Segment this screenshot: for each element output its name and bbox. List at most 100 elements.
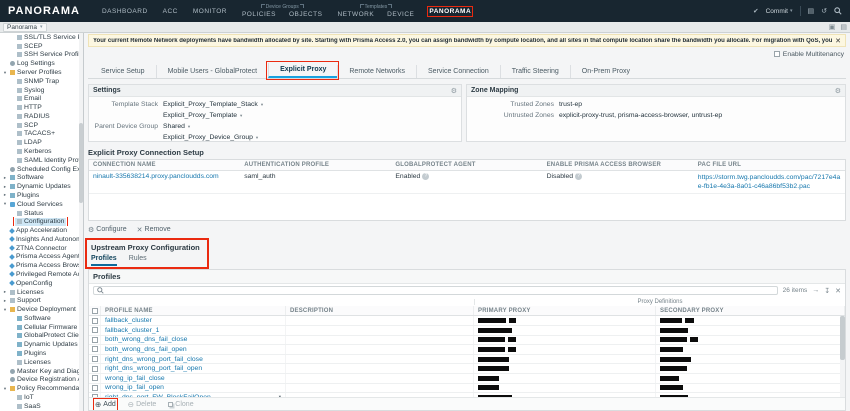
row-checkbox[interactable]	[92, 366, 98, 372]
profile-name-link[interactable]: right_dns_port_FW_BlockFailOpen	[105, 394, 211, 397]
profile-name-link[interactable]: right_dns_wrong_port_fail_close	[105, 356, 203, 363]
profile-name-link[interactable]: wrong_ip_fail_open	[105, 384, 164, 391]
sidebar-item-cellular-firmware[interactable]: Cellular Firmware	[0, 323, 83, 332]
sidebar-item-iot[interactable]: IoT	[0, 393, 83, 402]
sidebar-item-privileged-remote-acc[interactable]: Privileged Remote Acc...	[0, 270, 83, 279]
template-select[interactable]: Explicit_Proxy_Template▾	[163, 112, 242, 119]
sidebar-item-plugins[interactable]: Plugins	[0, 349, 83, 358]
sidebar-item-device-deployment[interactable]: ▾Device Deployment	[0, 305, 83, 314]
sidebar-item-ztna-connector[interactable]: ZTNA Connector	[0, 244, 83, 253]
tab-mobile-users-globalprotect[interactable]: Mobile Users - GlobalProtect	[156, 65, 268, 78]
column-profile-name[interactable]: PROFILE NAME	[101, 306, 286, 315]
context-selector[interactable]: Panorama ▾	[3, 23, 47, 32]
sidebar-item-http[interactable]: HTTP	[0, 103, 83, 112]
row-checkbox[interactable]	[92, 318, 98, 324]
upstream-tab-rules[interactable]: Rules	[129, 255, 147, 266]
table-row[interactable]: right_dns_port_FW_BlockFailOpen▾	[89, 393, 845, 397]
sidebar-item-configuration[interactable]: Configuration	[0, 217, 83, 226]
sidebar-item-status[interactable]: Status	[0, 209, 83, 218]
nav-monitor[interactable]: MONITOR	[193, 8, 227, 15]
sidebar-item-prisma-access-agent[interactable]: Prisma Access Agent	[0, 253, 83, 262]
connection-name-link[interactable]: ninault-335638214.proxy.pancloudds.com	[93, 173, 219, 180]
sidebar-item-software[interactable]: ▸Software	[0, 174, 83, 183]
profile-name-link[interactable]: fallback_cluster	[105, 317, 152, 324]
table-row[interactable]: right_dns_wrong_port_fail_close	[89, 355, 845, 365]
sidebar-item-server-profiles[interactable]: ▾Server Profiles	[0, 68, 83, 77]
help-icon[interactable]: ?	[422, 173, 429, 180]
sidebar-item-openconfig[interactable]: OpenConfig	[0, 279, 83, 288]
sidebar-item-log-settings[interactable]: Log Settings	[0, 59, 83, 68]
row-checkbox[interactable]	[92, 375, 98, 381]
sidebar-item-licenses[interactable]: ▸Licenses	[0, 288, 83, 297]
select-all-checkbox[interactable]	[92, 308, 98, 314]
profile-name-link[interactable]: wrong_ip_fail_close	[105, 375, 165, 382]
profile-name-link[interactable]: both_wrong_dns_fail_open	[105, 346, 187, 353]
apply-filter-icon[interactable]: →	[812, 287, 819, 294]
clone-button[interactable]: Clone	[168, 401, 193, 408]
device-group-select[interactable]: Explicit_Proxy_Device_Group▾	[163, 134, 258, 141]
profile-name-link[interactable]: fallback_cluster_1	[105, 327, 159, 334]
sidebar-item-device-registration-auth-key[interactable]: Device Registration Auth Key	[0, 375, 83, 384]
remove-button[interactable]: ✕Remove	[137, 226, 171, 234]
sidebar-item-kerberos[interactable]: Kerberos	[0, 147, 83, 156]
settings-gear-icon[interactable]: ⚙	[451, 87, 457, 95]
profile-name-link[interactable]: both_wrong_dns_fail_close	[105, 336, 187, 343]
layout-rows-icon[interactable]: ▤	[840, 23, 847, 31]
sidebar-item-radius[interactable]: RADIUS	[0, 112, 83, 121]
parent-device-group-select[interactable]: Shared▾	[163, 123, 190, 130]
add-button[interactable]: ⊕Add	[95, 400, 116, 409]
sidebar-item-insights-and-autonomous[interactable]: Insights And Autonomous...	[0, 235, 83, 244]
sidebar-item-tacacs[interactable]: TACACS+	[0, 130, 83, 139]
sidebar-item-app-acceleration[interactable]: App Acceleration	[0, 226, 83, 235]
row-checkbox[interactable]	[92, 356, 98, 362]
help-icon[interactable]: ?	[575, 173, 582, 180]
profiles-search-input[interactable]	[106, 287, 774, 294]
column-description[interactable]: DESCRIPTION	[286, 306, 474, 315]
tab-explicit-proxy[interactable]: Explicit Proxy	[268, 63, 337, 78]
table-row[interactable]: both_wrong_dns_fail_open	[89, 345, 845, 355]
configure-button[interactable]: ⚙Configure	[88, 226, 127, 234]
tab-traffic-steering[interactable]: Traffic Steering	[500, 65, 570, 78]
enable-multitenancy-checkbox[interactable]	[774, 51, 780, 57]
sidebar-item-snmp-trap[interactable]: SNMP Trap	[0, 77, 83, 86]
nav-device[interactable]: DEVICE	[387, 11, 414, 18]
layout-grid-icon[interactable]: ▣	[829, 23, 836, 31]
table-row[interactable]: both_wrong_dns_fail_close	[89, 336, 845, 346]
sidebar-item-scheduled-config-export[interactable]: Scheduled Config Export	[0, 165, 83, 174]
pac-file-url-link[interactable]: https://storm.twg.pancloudds.com/pac/721…	[698, 173, 841, 191]
profile-name-link[interactable]: right_dns_wrong_port_fail_open	[105, 365, 202, 372]
tab-service-setup[interactable]: Service Setup	[90, 65, 156, 78]
row-checkbox[interactable]	[92, 385, 98, 391]
sidebar-item-syslog[interactable]: Syslog	[0, 86, 83, 95]
sidebar-item-cloud-services[interactable]: ▾Cloud Services	[0, 200, 83, 209]
zone-mapping-gear-icon[interactable]: ⚙	[835, 87, 841, 95]
export-icon[interactable]: ↧	[824, 287, 830, 295]
sidebar-item-ssl-tls-service-profile[interactable]: SSL/TLS Service Profile	[0, 33, 83, 42]
nav-dashboard[interactable]: DASHBOARD	[102, 8, 148, 15]
tasks-icon[interactable]: ▤	[808, 7, 815, 15]
sidebar-item-plugins[interactable]: ▸Plugins	[0, 191, 83, 200]
tab-on-prem-proxy[interactable]: On-Prem Proxy	[570, 65, 641, 78]
sidebar-item-software[interactable]: Software	[0, 314, 83, 323]
sidebar-item-scep[interactable]: SCEP	[0, 42, 83, 51]
table-row[interactable]: right_dns_wrong_port_fail_open	[89, 364, 845, 374]
sidebar-item-policy-recommendation[interactable]: ▾Policy Recommendation	[0, 384, 83, 393]
sidebar-item-saas[interactable]: SaaS	[0, 402, 83, 411]
sidebar-item-dynamic-updates[interactable]: ▸Dynamic Updates	[0, 182, 83, 191]
sidebar-scrollbar[interactable]	[79, 33, 83, 411]
table-row[interactable]: fallback_cluster_1	[89, 326, 845, 336]
column-primary-proxy[interactable]: PRIMARY PROXY	[474, 306, 656, 315]
sidebar-item-scp[interactable]: SCP	[0, 121, 83, 130]
nav-policies[interactable]: POLICIES	[242, 11, 276, 18]
connection-row[interactable]: ninault-335638214.proxy.pancloudds.com s…	[89, 171, 845, 194]
sidebar-item-prisma-access-browser[interactable]: Prisma Access Browser	[0, 261, 83, 270]
nav-panorama[interactable]: PANORAMA	[429, 8, 471, 15]
table-row[interactable]: wrong_ip_fail_open	[89, 384, 845, 394]
nav-objects[interactable]: OBJECTS	[289, 11, 322, 18]
tab-service-connection[interactable]: Service Connection	[416, 65, 500, 78]
nav-acc[interactable]: ACC	[163, 8, 178, 15]
template-stack-select[interactable]: Explicit_Proxy_Template_Stack▾	[163, 101, 263, 108]
sidebar-item-ldap[interactable]: LDAP	[0, 138, 83, 147]
sidebar-item-master-key-and-diagnostics[interactable]: Master Key and Diagnostics	[0, 367, 83, 376]
table-row[interactable]: fallback_cluster	[89, 316, 845, 326]
